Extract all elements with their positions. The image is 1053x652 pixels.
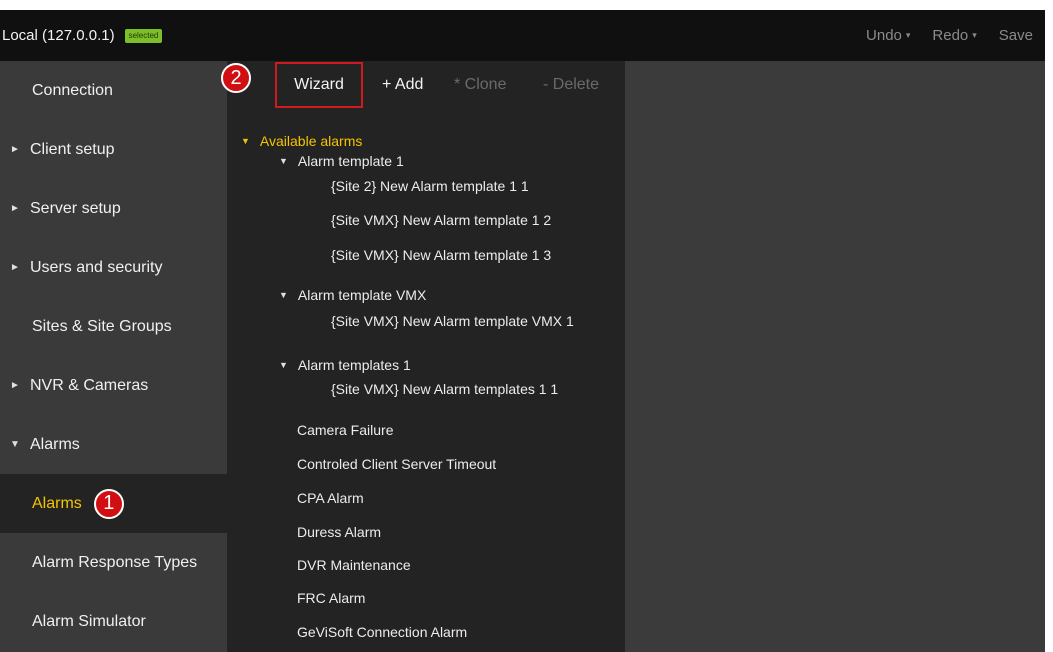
app-window: Local (127.0.0.1) selected Undo ▾ Redo ▾… xyxy=(0,10,1045,652)
expand-arrow-icon: ► xyxy=(10,203,20,214)
sidebar-item-alarm-simulator[interactable]: Alarm Simulator xyxy=(0,592,227,651)
save-button[interactable]: Save xyxy=(999,27,1033,44)
sidebar-item-nvr-cameras[interactable]: ► NVR & Cameras xyxy=(0,356,227,415)
undo-label: Undo xyxy=(866,27,902,44)
step-marker-2: 2 xyxy=(221,63,251,93)
redo-label: Redo xyxy=(932,27,969,44)
alarm-item[interactable]: DVR Maintenance xyxy=(297,557,411,573)
chevron-down-icon: ▾ xyxy=(905,30,911,40)
sidebar-item-label: Client setup xyxy=(30,140,115,158)
tree-node-label: Alarm template 1 xyxy=(297,153,404,169)
sidebar-item-sites[interactable]: Sites & Site Groups xyxy=(0,297,227,356)
expand-arrow-icon: ▼ xyxy=(241,136,250,146)
chevron-down-icon: ▾ xyxy=(972,30,977,40)
sidebar-item-alarms-group[interactable]: ▼ Alarms xyxy=(0,415,227,474)
tree-group-alarm-template-1[interactable]: ▼ Alarm template 1 xyxy=(279,153,404,169)
sidebar-item-users-security[interactable]: ► Users and security xyxy=(0,238,227,297)
expand-arrow-icon: ▼ xyxy=(279,290,288,300)
sidebar-item-label: Alarm Simulator xyxy=(32,612,146,630)
expand-arrow-icon: ▼ xyxy=(279,156,288,166)
undo-button[interactable]: Undo ▾ xyxy=(866,27,910,44)
tree-leaf[interactable]: {Site 2} New Alarm template 1 1 xyxy=(331,178,529,194)
sidebar-item-connection[interactable]: Connection xyxy=(0,61,227,120)
sidebar-item-label: Sites & Site Groups xyxy=(32,317,172,335)
sidebar-item-label: Server setup xyxy=(30,199,121,217)
sidebar-item-label: Alarms xyxy=(32,494,82,512)
tree-group-alarm-template-vmx[interactable]: ▼ Alarm template VMX xyxy=(279,287,426,303)
tree-node-label: Available alarms xyxy=(259,133,363,149)
alarm-item[interactable]: FRC Alarm xyxy=(297,590,365,606)
sidebar-item-label: Users and security xyxy=(30,258,163,276)
sidebar-item-client-setup[interactable]: ► Client setup xyxy=(0,120,227,179)
sidebar-item-label: Alarms xyxy=(30,435,80,453)
sidebar-item-alarm-response-types[interactable]: Alarm Response Types xyxy=(0,533,227,592)
clone-button[interactable]: * Clone xyxy=(454,76,506,94)
tree-leaf[interactable]: {Site VMX} New Alarm templates 1 1 xyxy=(331,381,558,397)
alarm-item[interactable]: Camera Failure xyxy=(297,422,393,438)
sidebar-item-server-setup[interactable]: ► Server setup xyxy=(0,179,227,238)
expand-arrow-icon: ► xyxy=(10,380,20,391)
expand-arrow-icon: ▼ xyxy=(279,360,288,370)
tree-root-available-alarms[interactable]: ▼ Available alarms xyxy=(241,133,362,149)
redo-button[interactable]: Redo ▾ xyxy=(932,27,976,44)
sidebar-item-alarms[interactable]: Alarms 1 xyxy=(0,474,227,533)
alarm-list-panel: 2 Wizard + Add * Clone - Delete ▼ Availa… xyxy=(221,61,625,652)
sidebar-item-label: Connection xyxy=(32,81,113,99)
tree-leaf[interactable]: {Site VMX} New Alarm template VMX 1 xyxy=(331,313,574,329)
collapse-arrow-icon: ▼ xyxy=(10,439,20,450)
tree-node-label: Alarm templates 1 xyxy=(297,357,411,373)
toolbar: 2 Wizard + Add * Clone - Delete xyxy=(221,61,625,121)
selected-badge: selected xyxy=(124,28,163,43)
sidebar-item-label: NVR & Cameras xyxy=(30,376,149,394)
expand-arrow-icon: ► xyxy=(10,262,20,273)
alarm-item[interactable]: Controled Client Server Timeout xyxy=(297,456,496,472)
tree-group-alarm-templates-1[interactable]: ▼ Alarm templates 1 xyxy=(279,357,411,373)
sidebar-item-label: Alarm Response Types xyxy=(32,553,198,571)
add-button[interactable]: + Add xyxy=(382,76,423,94)
detail-panel xyxy=(625,61,1045,652)
tree-node-label: Alarm template VMX xyxy=(297,287,427,303)
tree-leaf[interactable]: {Site VMX} New Alarm template 1 3 xyxy=(331,247,551,263)
tree-leaf[interactable]: {Site VMX} New Alarm template 1 2 xyxy=(331,212,551,228)
wizard-button[interactable]: Wizard xyxy=(275,62,363,108)
alarm-item[interactable]: GeViSoft Connection Alarm xyxy=(297,624,467,640)
top-bar: Local (127.0.0.1) selected Undo ▾ Redo ▾… xyxy=(0,10,1045,61)
delete-button[interactable]: - Delete xyxy=(543,76,599,94)
top-actions: Undo ▾ Redo ▾ Save xyxy=(866,27,1033,44)
connection-title: Local (127.0.0.1) xyxy=(2,27,115,44)
step-marker-1: 1 xyxy=(93,488,124,519)
alarm-item[interactable]: Duress Alarm xyxy=(297,524,381,540)
sidebar: Connection ► Client setup ► Server setup… xyxy=(0,61,227,652)
alarm-item[interactable]: CPA Alarm xyxy=(297,490,364,506)
expand-arrow-icon: ► xyxy=(10,144,20,155)
